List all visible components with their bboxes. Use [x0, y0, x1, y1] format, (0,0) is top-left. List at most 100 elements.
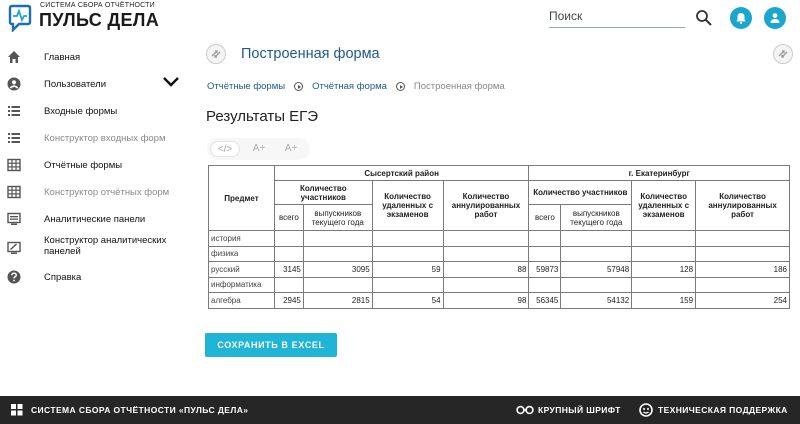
- windows-grid-icon: [11, 404, 23, 416]
- report-table: Предмет Сысертский район г. Екатеринбург…: [208, 165, 790, 309]
- monitor-icon: [7, 212, 21, 225]
- footer-system-name: СИСТЕМА СБОРА ОТЧЁТНОСТИ «ПУЛЬС ДЕЛА»: [31, 405, 249, 415]
- value-cell: 88: [442, 261, 530, 278]
- sidebar-item-analytics[interactable]: Аналитические панели: [0, 206, 190, 232]
- logo-icon: [8, 4, 32, 32]
- value-cell: 186: [695, 261, 790, 278]
- chevron-down-icon[interactable]: [162, 76, 180, 88]
- subject-cell: русский: [208, 261, 275, 278]
- table-row: алгебра 2945 2815 54 98 56345 54132 159 …: [208, 292, 790, 309]
- sidebar-item-label: Конструктор входных форм: [44, 133, 166, 144]
- home-icon: [8, 51, 20, 63]
- value-cell: [695, 230, 790, 247]
- table-row: история: [208, 230, 790, 247]
- value-cell: 56345: [528, 292, 562, 309]
- glasses-icon: [516, 405, 534, 415]
- subject-cell: алгебра: [208, 292, 275, 309]
- format-toolbar: </> A+ A+: [207, 138, 310, 160]
- sidebar-item-label: Конструктор аналитических панелей: [44, 235, 167, 257]
- breadcrumb-arrow-icon: [395, 82, 405, 91]
- sidebar-item-input-forms[interactable]: Входные формы: [0, 98, 190, 124]
- value-cell: [442, 245, 530, 262]
- swap-icon[interactable]: [773, 44, 793, 64]
- monitor-edit-icon: [7, 241, 21, 254]
- table-row: физика: [208, 245, 790, 262]
- value-cell: 2815: [302, 292, 373, 309]
- sidebar-item-label: Отчётные формы: [44, 160, 123, 171]
- graduates-subheader: выпускников текущего года: [302, 204, 373, 231]
- font-decrease-button[interactable]: A+: [277, 141, 305, 157]
- value-cell: [371, 230, 444, 247]
- annulled-header: Количество аннулированных работ: [695, 180, 790, 231]
- grid-icon: [7, 185, 21, 199]
- total-subheader: всего: [528, 204, 562, 231]
- value-cell: 57948: [560, 261, 633, 278]
- value-cell: 3095: [302, 261, 373, 278]
- subject-header: Предмет: [208, 165, 275, 231]
- sidebar-item-home[interactable]: Главная: [0, 44, 190, 70]
- breadcrumb-link-report-form[interactable]: Отчётная форма: [312, 81, 387, 92]
- value-cell: [302, 230, 373, 247]
- search-icon[interactable]: [695, 9, 713, 27]
- sidebar-item-report-form-builder[interactable]: Конструктор отчётных форм: [0, 179, 190, 205]
- logo-title: ПУЛЬС ДЕЛА: [39, 10, 160, 30]
- value-cell: 3145: [273, 261, 304, 278]
- page-title: Построенная форма: [241, 46, 380, 62]
- save-excel-button[interactable]: СОХРАНИТЬ В EXCEL: [205, 333, 337, 357]
- breadcrumb-link-report-forms[interactable]: Отчётные формы: [207, 81, 285, 92]
- graduates-subheader: выпускников текущего года: [560, 204, 633, 231]
- value-cell: 54132: [560, 292, 633, 309]
- form-title: Результаты ЕГЭ: [206, 108, 319, 125]
- profile-button[interactable]: [764, 7, 786, 29]
- table-row: информатика: [208, 276, 790, 293]
- district-header: Сысертский район: [273, 165, 530, 181]
- app-header: СИСТЕМА СБОРА ОТЧЁТНОСТИ ПУЛЬС ДЕЛА Поис…: [0, 0, 800, 38]
- code-view-button[interactable]: </>: [210, 141, 240, 157]
- participants-header: Количество участников: [273, 180, 373, 205]
- value-cell: [528, 276, 562, 293]
- sidebar-item-help[interactable]: Справка: [0, 264, 190, 290]
- value-cell: [528, 230, 562, 247]
- sidebar-item-input-form-builder[interactable]: Конструктор входных форм: [0, 125, 190, 151]
- font-increase-button[interactable]: A+: [245, 141, 273, 157]
- value-cell: [442, 230, 530, 247]
- large-font-button[interactable]: КРУПНЫЙ ШРИФТ: [538, 405, 621, 415]
- help-icon: [7, 270, 21, 284]
- sidebar-item-label: Аналитические панели: [44, 214, 146, 225]
- table-row: русский 3145 3095 59 88 59873 57948 128 …: [208, 261, 790, 278]
- value-cell: [528, 245, 562, 262]
- value-cell: [631, 276, 697, 293]
- support-icon: [639, 403, 653, 417]
- search-input[interactable]: Поиск: [549, 6, 685, 28]
- value-cell: [695, 245, 790, 262]
- sidebar-item-label: Конструктор отчётных форм: [44, 187, 170, 198]
- sidebar-item-label: Справка: [44, 272, 82, 283]
- value-cell: [371, 245, 444, 262]
- value-cell: [560, 245, 633, 262]
- value-cell: [631, 245, 697, 262]
- value-cell: 59873: [528, 261, 562, 278]
- notifications-button[interactable]: [730, 7, 752, 29]
- value-cell: [273, 230, 304, 247]
- value-cell: 254: [695, 292, 790, 309]
- value-cell: 54: [371, 292, 444, 309]
- swap-icon[interactable]: [206, 44, 226, 64]
- user-icon: [770, 13, 780, 23]
- value-cell: [695, 276, 790, 293]
- bell-icon: [736, 13, 746, 24]
- value-cell: [302, 245, 373, 262]
- value-cell: 59: [371, 261, 444, 278]
- logo-subtitle: СИСТЕМА СБОРА ОТЧЁТНОСТИ: [40, 2, 155, 9]
- value-cell: [442, 276, 530, 293]
- tech-support-button[interactable]: ТЕХНИЧЕСКАЯ ПОДДЕРЖКА: [658, 405, 788, 415]
- sidebar-item-analytics-builder[interactable]: Конструктор аналитических панелей: [0, 233, 190, 263]
- list-icon: [8, 106, 20, 116]
- subject-cell: информатика: [208, 276, 275, 293]
- sidebar-item-report-forms[interactable]: Отчётные формы: [0, 152, 190, 178]
- value-cell: 159: [631, 292, 697, 309]
- value-cell: [273, 245, 304, 262]
- participants-header: Количество участников: [528, 180, 633, 205]
- value-cell: [371, 276, 444, 293]
- district-header: г. Екатеринбург: [528, 165, 790, 181]
- value-cell: 98: [442, 292, 530, 309]
